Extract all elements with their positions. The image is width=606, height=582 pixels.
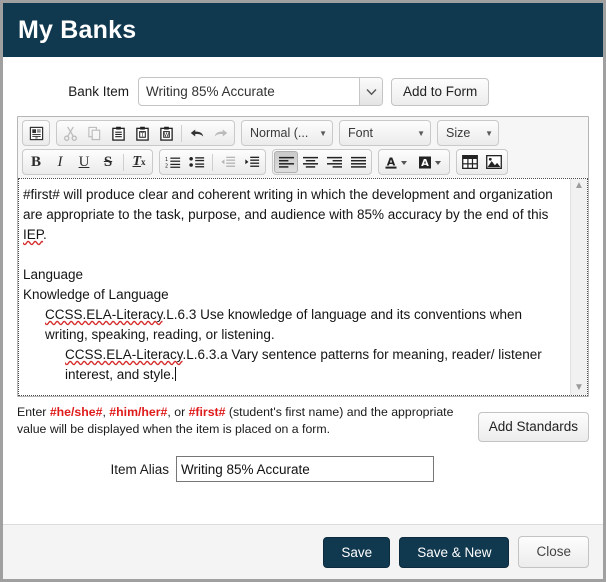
font-family-select[interactable]: Font ▼ [339, 120, 431, 146]
table-icon[interactable] [458, 151, 482, 173]
save-and-new-button[interactable]: Save & New [399, 536, 510, 568]
svg-text:1: 1 [165, 157, 168, 163]
item-alias-input[interactable] [176, 456, 434, 482]
editor-toolbar-row-2: B I U S Tx 1 2 A A [18, 149, 588, 178]
paragraph-format-label: Normal (... [250, 126, 309, 140]
helper-row: Enter #he/she#, #him/her#, or #first# (s… [17, 404, 589, 442]
help-prefix: Enter [17, 405, 50, 419]
editor-line-knowledge: Knowledge of Language [23, 287, 169, 302]
paste-text-icon[interactable]: T [130, 122, 154, 144]
svg-text:A: A [421, 158, 429, 169]
font-size-label: Size [446, 126, 471, 140]
standard-1-code: CCSS.ELA-Literacy [45, 307, 163, 322]
dialog-footer: Save Save & New Close [3, 524, 603, 579]
goal-text-end: . [43, 227, 47, 242]
toolbar-group-templates [22, 120, 50, 146]
editor-standard-1: CCSS.ELA-Literacy.L.6.3 Use knowledge of… [23, 305, 564, 345]
templates-icon[interactable] [24, 122, 48, 144]
help-sep-2: , or [167, 405, 189, 419]
item-alias-label: Item Alias [110, 461, 169, 477]
align-left-icon[interactable] [274, 151, 298, 173]
toolbar-group-colors: A A [378, 149, 450, 175]
toolbar-group-clipboard: T W [56, 120, 235, 146]
indent-icon[interactable] [240, 151, 264, 173]
token-him-her: #him/her# [109, 405, 168, 419]
bulleted-list-icon[interactable] [185, 151, 209, 173]
goal-text: #first# will produce clear and coherent … [23, 187, 553, 222]
image-icon[interactable] [482, 151, 506, 173]
bank-item-row: Bank Item Writing 85% Accurate Add to Fo… [3, 57, 603, 116]
toolbar-separator [212, 153, 213, 171]
background-color-icon[interactable]: A [414, 151, 448, 173]
dialog-body: Bank Item Writing 85% Accurate Add to Fo… [3, 57, 603, 524]
chevron-down-icon: ▼ [319, 128, 327, 138]
svg-text:A: A [387, 155, 396, 168]
svg-text:T: T [139, 132, 144, 138]
my-banks-dialog: My Banks Bank Item Writing 85% Accurate … [0, 0, 606, 582]
redo-icon[interactable] [209, 122, 233, 144]
underline-icon[interactable]: U [72, 151, 96, 173]
svg-text:W: W [163, 132, 168, 138]
token-first: #first# [188, 405, 226, 419]
align-right-icon[interactable] [322, 151, 346, 173]
editor-standard-2: CCSS.ELA-Literacy.L.6.3.a Vary sentence … [23, 345, 564, 385]
chevron-down-icon: ▼ [417, 128, 425, 138]
chevron-up-icon[interactable]: ▲ [574, 181, 584, 191]
toolbar-group-align [272, 149, 372, 175]
align-center-icon[interactable] [298, 151, 322, 173]
editor-content-area[interactable]: #first# will produce clear and coherent … [18, 178, 588, 396]
misspelled-word: IEP [23, 227, 44, 242]
token-he-she: #he/she# [49, 405, 103, 419]
bold-icon[interactable]: B [24, 151, 48, 173]
outdent-icon[interactable] [216, 151, 240, 173]
chevron-down-icon[interactable]: ▼ [574, 383, 584, 393]
undo-icon[interactable] [185, 122, 209, 144]
editor-text[interactable]: #first# will produce clear and coherent … [19, 179, 570, 395]
paragraph-format-select[interactable]: Normal (... ▼ [241, 120, 333, 146]
item-alias-row: Item Alias [3, 456, 603, 482]
font-size-select[interactable]: Size ▼ [437, 120, 499, 146]
editor-vertical-scrollbar[interactable]: ▲ ▼ [570, 179, 587, 395]
text-color-icon[interactable]: A [380, 151, 414, 173]
paste-icon[interactable] [106, 122, 130, 144]
rich-text-editor: T W Normal (... ▼ Font ▼ Size ▼ B I U S … [17, 116, 589, 397]
editor-toolbar-row-1: T W Normal (... ▼ Font ▼ Size ▼ [18, 117, 588, 149]
bank-item-label: Bank Item [68, 84, 129, 99]
cut-icon[interactable] [58, 122, 82, 144]
numbered-list-icon[interactable]: 1 2 [161, 151, 185, 173]
chevron-down-icon[interactable] [359, 78, 382, 105]
copy-icon[interactable] [82, 122, 106, 144]
add-standards-button[interactable]: Add Standards [477, 412, 589, 442]
chevron-down-icon: ▼ [485, 128, 493, 138]
toolbar-group-insert [456, 149, 508, 175]
bank-item-selected-value: Writing 85% Accurate [146, 84, 275, 99]
paste-word-icon[interactable]: W [154, 122, 178, 144]
standard-2-code: CCSS.ELA-Literacy [65, 347, 183, 362]
editor-line-language: Language [23, 267, 84, 282]
strikethrough-icon[interactable]: S [96, 151, 120, 173]
add-to-form-button[interactable]: Add to Form [391, 77, 490, 106]
text-caret [174, 367, 176, 381]
toolbar-group-basic-styles: B I U S Tx [22, 149, 153, 175]
dialog-header: My Banks [3, 3, 603, 57]
save-button[interactable]: Save [323, 536, 391, 568]
toolbar-group-paragraph: 1 2 [159, 149, 266, 175]
font-family-label: Font [348, 126, 374, 140]
page-title: My Banks [18, 15, 137, 44]
placeholder-help-text: Enter #he/she#, #him/her#, or #first# (s… [17, 404, 478, 438]
toolbar-separator [181, 124, 182, 142]
remove-format-icon[interactable]: Tx [127, 151, 151, 173]
editor-paragraph-goal: #first# will produce clear and coherent … [23, 185, 564, 245]
toolbar-separator [123, 153, 124, 171]
svg-text:2: 2 [165, 163, 168, 169]
italic-icon[interactable]: I [48, 151, 72, 173]
editor-blank-line [23, 245, 564, 265]
close-button[interactable]: Close [518, 536, 589, 568]
align-justify-icon[interactable] [346, 151, 370, 173]
bank-item-select[interactable]: Writing 85% Accurate [138, 77, 383, 106]
